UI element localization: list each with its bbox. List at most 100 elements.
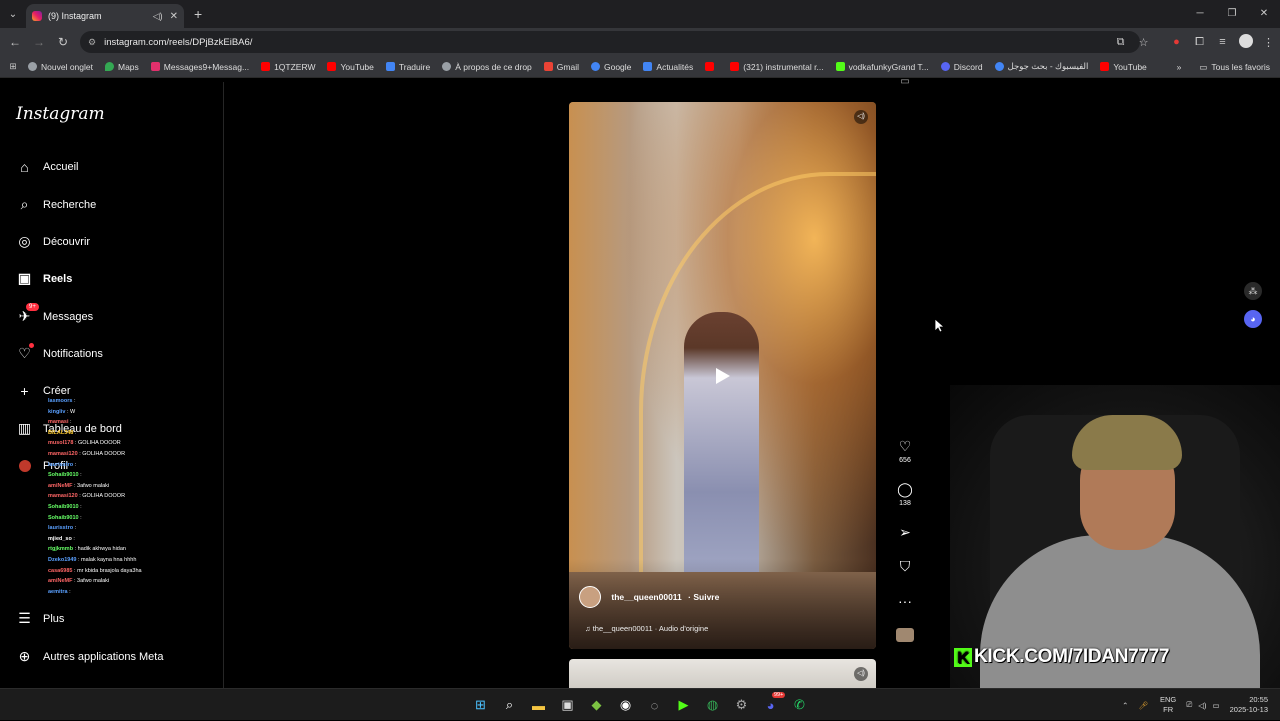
grid-extension-icon[interactable]: ⁂: [1244, 282, 1262, 300]
nav-messages[interactable]: ✈ 9+ Messages: [16, 303, 93, 325]
tab-search-icon[interactable]: ⌄: [0, 0, 26, 28]
minimize-icon[interactable]: ─: [1184, 0, 1216, 28]
mouse-cursor-icon: [934, 318, 944, 333]
share-button[interactable]: ➢: [893, 524, 917, 540]
back-icon[interactable]: ←: [3, 35, 27, 49]
apps-grid-icon[interactable]: ⊞: [0, 61, 26, 72]
volume-tray-icon[interactable]: ◁): [1198, 701, 1206, 710]
all-bookmarks-link[interactable]: Tous les favoris: [1211, 62, 1270, 72]
network-icon[interactable]: ⎚: [1186, 700, 1192, 710]
bookmark-item[interactable]: vodkafunkyGrand T...: [835, 62, 929, 72]
chat-message: amiNeMF : 3afwo malaki: [48, 482, 110, 489]
search-icon[interactable]: ⌕: [495, 697, 524, 713]
follow-button[interactable]: · Suivre: [688, 592, 719, 602]
nav-search[interactable]: ⌕ Recherche: [16, 196, 97, 213]
battery-icon[interactable]: ▭: [1213, 701, 1220, 710]
nav-reels[interactable]: ▣ Reels: [16, 270, 72, 287]
bookmark-item[interactable]: [705, 62, 718, 71]
file-explorer-icon[interactable]: ▬: [524, 698, 553, 713]
author-username[interactable]: the__queen00011: [611, 592, 681, 602]
app-icon[interactable]: ▶: [669, 697, 698, 713]
speaker-icon[interactable]: ◁): [153, 11, 163, 22]
bookmark-star-icon[interactable]: ☆: [1132, 36, 1155, 49]
app-icon[interactable]: ◆: [582, 697, 611, 713]
address-bar[interactable]: ⚙ instagram.com/reels/DPjBzkEiBA6/: [80, 31, 1140, 53]
forward-icon[interactable]: →: [27, 35, 51, 49]
bookmark-item[interactable]: (321) instrumental r...: [730, 62, 824, 72]
clock[interactable]: 20:55 2025-10-13: [1230, 695, 1268, 715]
author-avatar[interactable]: [579, 586, 601, 608]
chevron-right-icon[interactable]: »: [1177, 62, 1182, 72]
audio-thumb[interactable]: [893, 628, 917, 647]
windows-start-icon[interactable]: ⊞: [466, 697, 495, 713]
reel-audio[interactable]: ♫ the__queen00011 · Audio d'origine: [585, 624, 708, 633]
play-icon[interactable]: [711, 365, 733, 387]
reel-video[interactable]: ◁) the__queen00011 · Suivre ♫ the__queen…: [569, 102, 876, 649]
bookmark-item[interactable]: Google: [590, 62, 631, 72]
bookmark-item[interactable]: YouTube: [327, 62, 374, 72]
like-button[interactable]: ♡ 656: [893, 438, 917, 464]
bookmark-item[interactable]: Actualités: [643, 62, 693, 72]
nav-notifications[interactable]: ♡ Notifications: [16, 343, 103, 362]
chevron-up-icon[interactable]: ⌃: [1122, 701, 1128, 710]
mic-icon[interactable]: 🎤︎: [1138, 701, 1148, 710]
media-icon[interactable]: ≡: [1211, 36, 1234, 48]
nav-explore[interactable]: ◎ Découvrir: [16, 233, 90, 250]
new-tab-button[interactable]: +: [194, 6, 202, 22]
window-controls: ─ ❐ ✕: [1184, 0, 1280, 28]
volume-icon[interactable]: ◁): [854, 110, 868, 124]
bookmark-item[interactable]: Messages9+Messag...: [150, 62, 249, 72]
chat-message: casa6985 : mr kbida brasjola daya3ha: [48, 567, 142, 574]
restore-icon[interactable]: ❐: [1216, 0, 1248, 28]
language-indicator[interactable]: ENG FR: [1160, 695, 1176, 715]
browser-tab[interactable]: (9) Instagram ◁) ✕: [26, 4, 184, 28]
extension-icon[interactable]: ●: [1165, 36, 1188, 48]
chat-message: musol178 : GOLIHA DOOOR: [48, 440, 121, 447]
discord-icon[interactable]: ◕ 99+: [756, 691, 786, 713]
settings-icon[interactable]: ⚙: [727, 697, 756, 713]
app-icon[interactable]: ◉: [611, 697, 640, 713]
save-button[interactable]: ⛉: [893, 558, 917, 574]
nav-home[interactable]: ⌂ Accueil: [16, 158, 78, 175]
bookmark-item[interactable]: الفيسبوك - بحث جوجل: [994, 61, 1088, 72]
chat-message: Dzeko1949 : malak kayna hna hhhh: [48, 556, 137, 563]
more-options-button[interactable]: ···: [893, 593, 917, 609]
bookmark-item[interactable]: Maps: [104, 62, 139, 72]
whatsapp-icon[interactable]: ✆: [785, 697, 814, 713]
nav-more[interactable]: ☰ Plus: [16, 610, 64, 627]
bookmark-item[interactable]: Nouvel onglet: [28, 62, 93, 72]
bookmarks-overflow: » ▭ Tous les favoris: [1177, 56, 1270, 78]
bookmark-item[interactable]: Traduire: [385, 62, 430, 72]
next-reel-preview[interactable]: ◁): [569, 659, 876, 688]
close-tab-icon[interactable]: ✕: [170, 11, 178, 22]
chat-message: mjied_so :: [48, 535, 75, 542]
discord-icon[interactable]: ◕: [1244, 310, 1262, 328]
instagram-logo[interactable]: Instagram: [16, 104, 105, 124]
chat-text: GOLIHA DOOOR: [82, 450, 126, 457]
chrome-icon[interactable]: ◍: [698, 697, 727, 713]
store-icon[interactable]: ▣: [553, 697, 582, 713]
comment-button[interactable]: ◯ 138: [893, 481, 917, 507]
profile-avatar[interactable]: [1234, 33, 1257, 51]
bookmark-item[interactable]: YouTube: [1100, 62, 1147, 72]
nav-meta-apps[interactable]: ⊕ Autres applications Meta: [16, 648, 164, 665]
install-icon[interactable]: ⧉: [1109, 36, 1132, 49]
menu-icon[interactable]: ⋮: [1257, 36, 1280, 49]
bookmark-item[interactable]: À propos de ce drop: [442, 62, 532, 72]
reload-icon[interactable]: ↻: [51, 35, 75, 49]
volume-icon[interactable]: ◁): [854, 667, 868, 681]
app-icon[interactable]: ◌: [640, 698, 669, 713]
reels-icon: ▣: [17, 270, 32, 286]
bookmark-item[interactable]: Discord: [940, 62, 983, 72]
like-count: 656: [899, 457, 911, 464]
extensions-icon[interactable]: ⧠: [1188, 36, 1211, 49]
site-info-icon[interactable]: ⚙: [88, 37, 96, 48]
prev-reel-thumb-icon[interactable]: ▭: [893, 76, 917, 87]
chat-message: mamasi120 : GOLIHA DOOOR: [48, 450, 126, 457]
chat-username: Sohaib9010: [48, 503, 79, 510]
close-window-icon[interactable]: ✕: [1248, 0, 1280, 28]
chat-text: malak kayna hna hhhh: [81, 556, 137, 563]
streamer-webcam: [950, 385, 1280, 688]
bookmark-item[interactable]: 1QTZERW: [261, 62, 315, 72]
bookmark-item[interactable]: Gmail: [543, 62, 579, 72]
